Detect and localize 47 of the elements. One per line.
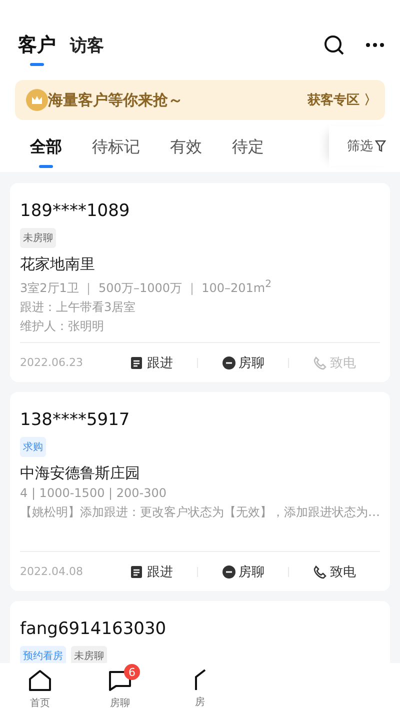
chat-icon — [222, 564, 236, 578]
detail-text: 4 | 1000-1500 | 200-300 — [20, 485, 168, 502]
zone-link[interactable]: 获客专区 〉 — [307, 91, 377, 109]
customer-name: 138****5917 — [20, 410, 131, 430]
action-button[interactable]: 跟进 — [106, 562, 197, 580]
detail-text: 跟进：上午带看3居室 — [20, 299, 137, 316]
funnel-icon — [375, 140, 386, 152]
phone-icon — [313, 356, 328, 370]
note-icon — [130, 564, 144, 578]
action-button[interactable]: 致电 — [289, 562, 380, 580]
action-button[interactable]: 房聊 — [198, 562, 288, 580]
community-name: 中海安德鲁斯庄园 — [20, 464, 141, 483]
status-tag: 未房聊 — [20, 228, 56, 248]
status-tag: 未房聊 — [71, 646, 107, 663]
filter-tab[interactable]: 全部 — [30, 136, 62, 168]
header-tab[interactable]: 访客 — [70, 34, 104, 66]
filter-tab[interactable]: 有效 — [170, 136, 202, 168]
promo-banner[interactable]: 海量客户等你来抢～ 获客专区 〉 — [15, 80, 385, 120]
date-text: 2022.06.23 — [20, 356, 84, 369]
search-icon[interactable] — [324, 35, 344, 55]
detail-text: 3室2厅1卫 ｜ 500万–1000万 ｜ 100–201m$^{2}$ — [20, 278, 272, 297]
nav-tab[interactable]: 房聊 6 — [80, 663, 160, 711]
filter-tab[interactable]: 待标记 — [92, 136, 140, 168]
status-tag: 求购 — [20, 437, 46, 457]
action-button[interactable]: 跟进 — [106, 354, 197, 372]
nav-tab[interactable]: 首页 — [0, 663, 80, 711]
detail-text: 【姚松明】添加跟进：更改客户状态为【无效】，添加跟进状态为… — [20, 504, 380, 521]
customer-card[interactable]: fang6914163030 预约看房 未房聊 — [10, 601, 390, 663]
note-icon — [130, 356, 144, 370]
chat-icon — [222, 356, 236, 370]
detail-text: 维护人：张明明 — [20, 318, 105, 335]
filter-tab[interactable]: 待定 — [232, 136, 264, 168]
badge: 6 — [124, 664, 140, 680]
action-button[interactable]: 房聊 — [198, 354, 288, 372]
customer-name: 189****1089 — [20, 201, 131, 221]
phone-icon — [313, 564, 328, 578]
customer-card[interactable]: 138****5917 求购 中海安德鲁斯庄园 4 | 1000-1500 | 200-300 【姚松明】添加跟进：更改客户状态为【无效】，添加跟进状态为… 2022.04.08 跟进 房聊 致电 — [10, 392, 390, 591]
filter-button[interactable]: 筛选 — [329, 126, 400, 166]
customer-name: fang6914163030 — [20, 619, 168, 639]
crown-icon — [26, 89, 48, 111]
header-tab[interactable]: 客户 — [18, 32, 56, 68]
more-icon[interactable] — [366, 43, 384, 47]
nav-tab[interactable]: 房 — [160, 663, 240, 711]
date-text: 2022.04.08 — [20, 565, 84, 578]
community-name: 花家地南里 — [20, 255, 96, 274]
status-tag: 预约看房 — [20, 646, 66, 663]
banner-text: 海量客户等你来抢～ — [48, 90, 184, 110]
